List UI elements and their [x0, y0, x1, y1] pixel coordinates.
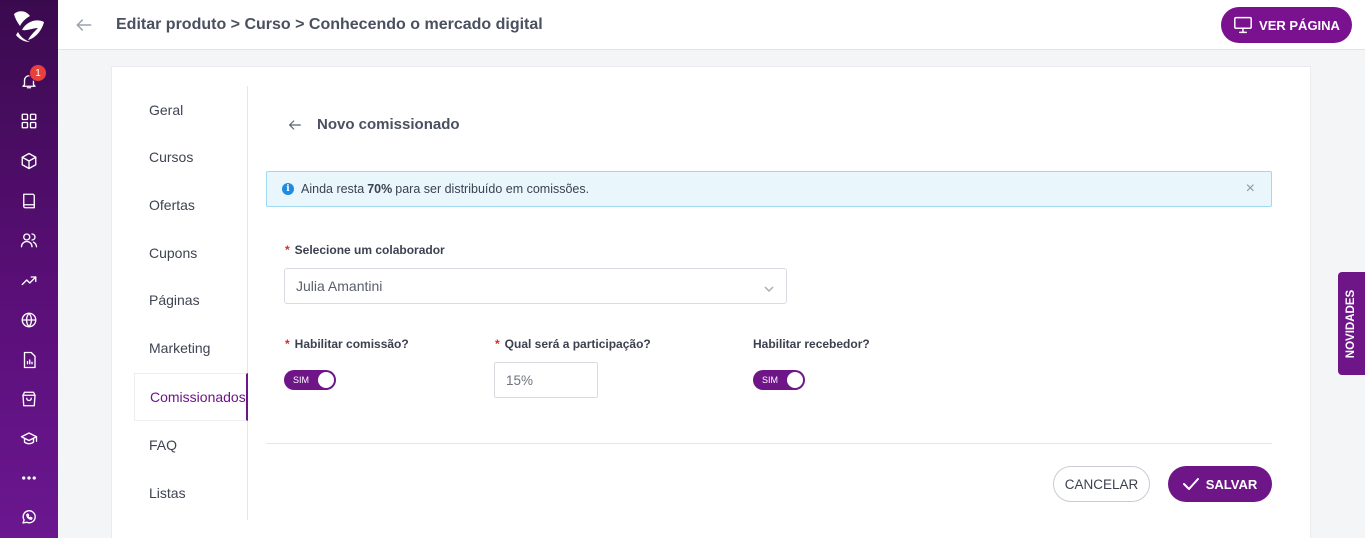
users-icon[interactable]: [19, 230, 39, 250]
subnav-label: Ofertas: [149, 197, 195, 213]
alert-suffix: para ser distribuído em comissões.: [395, 182, 590, 196]
enable-commission-label: * Habilitar comissão?: [285, 337, 409, 351]
book-icon[interactable]: [19, 191, 39, 211]
section-header: Novo comissionado: [287, 116, 460, 133]
subnav-item-geral[interactable]: Geral: [134, 86, 248, 134]
chevron-down-icon: [764, 281, 774, 293]
close-icon[interactable]: ×: [1246, 181, 1255, 197]
subnav-item-cursos[interactable]: Cursos: [134, 133, 248, 181]
save-button[interactable]: SALVAR: [1168, 466, 1272, 502]
brand-logo-icon[interactable]: [8, 4, 50, 46]
view-page-label: VER PÁGINA: [1259, 17, 1340, 33]
graduation-icon[interactable]: [19, 429, 39, 449]
enable-receiver-label: Habilitar recebedor?: [753, 337, 870, 351]
alert-highlight: 70%: [367, 182, 393, 196]
toggle-knob: [318, 372, 334, 388]
left-rail: 1: [0, 0, 58, 538]
product-subnav: Geral Cursos Ofertas Cupons Páginas Mark…: [134, 86, 248, 520]
required-mark: *: [285, 337, 290, 351]
grid-icon[interactable]: [19, 111, 39, 131]
page-title: Editar produto > Curso > Conhecendo o me…: [116, 16, 543, 33]
back-arrow-icon[interactable]: [74, 15, 94, 35]
participation-input[interactable]: 15%: [494, 362, 598, 398]
top-bar: Editar produto > Curso > Conhecendo o me…: [58, 0, 1365, 50]
cancel-button[interactable]: CANCELAR: [1053, 466, 1150, 502]
subnav-label: Listas: [149, 485, 186, 501]
box-icon[interactable]: [19, 151, 39, 171]
subnav-label: Geral: [149, 102, 184, 118]
required-mark: *: [495, 337, 500, 351]
subnav-label: Cursos: [149, 149, 194, 165]
subnav-label: Marketing: [149, 340, 211, 356]
collaborator-label-text: Selecione um colaborador: [294, 243, 445, 257]
enable-receiver-toggle[interactable]: SIM: [753, 370, 805, 390]
participation-label-text: Qual será a participação?: [504, 337, 651, 351]
report-icon[interactable]: [19, 350, 39, 370]
required-mark: *: [285, 243, 290, 257]
check-icon: [1182, 478, 1199, 490]
toggle-knob: [787, 372, 803, 388]
subnav-item-ofertas[interactable]: Ofertas: [134, 181, 248, 229]
subnav-item-paginas[interactable]: Páginas: [134, 276, 248, 324]
novidades-label: NOVIDADES: [1345, 289, 1358, 358]
more-icon[interactable]: [19, 468, 39, 488]
subnav-label: FAQ: [149, 437, 178, 453]
subnav-item-cupons[interactable]: Cupons: [134, 229, 248, 277]
notification-badge: 1: [29, 64, 47, 82]
collaborator-select[interactable]: Julia Amantini: [284, 268, 787, 304]
toggle-text: SIM: [762, 375, 779, 385]
back-arrow-icon[interactable]: [287, 117, 303, 133]
view-page-button[interactable]: VER PÁGINA: [1221, 7, 1352, 43]
subnav-label: Comissionados: [150, 389, 246, 405]
bag-icon[interactable]: [19, 389, 39, 409]
subnav-label: Cupons: [149, 245, 198, 261]
info-alert: i Ainda resta 70% para ser distribuído e…: [266, 171, 1272, 207]
whatsapp-icon[interactable]: [19, 507, 39, 527]
subnav-item-marketing[interactable]: Marketing: [134, 324, 248, 372]
save-label: SALVAR: [1205, 476, 1258, 492]
participation-label: * Qual será a participação?: [495, 337, 651, 351]
alert-prefix: Ainda resta: [301, 182, 365, 196]
participation-value: 15%: [506, 372, 534, 388]
toggle-text: SIM: [293, 375, 310, 385]
form-divider: [266, 443, 1272, 444]
monitor-icon: [1234, 16, 1252, 34]
enable-commission-toggle[interactable]: SIM: [284, 370, 336, 390]
trending-icon[interactable]: [19, 270, 39, 290]
novidades-tab[interactable]: NOVIDADES: [1338, 272, 1365, 375]
enable-commission-label-text: Habilitar comissão?: [294, 337, 409, 351]
collaborator-value: Julia Amantini: [296, 278, 383, 294]
globe-icon[interactable]: [19, 310, 39, 330]
info-icon: i: [282, 183, 294, 195]
collaborator-label: * Selecione um colaborador: [285, 243, 445, 257]
subnav-item-faq[interactable]: FAQ: [134, 421, 248, 469]
subnav-item-listas[interactable]: Listas: [134, 469, 248, 517]
section-title: Novo comissionado: [317, 116, 460, 133]
subnav-item-comissionados[interactable]: Comissionados: [134, 373, 248, 421]
subnav-label: Páginas: [149, 292, 200, 308]
